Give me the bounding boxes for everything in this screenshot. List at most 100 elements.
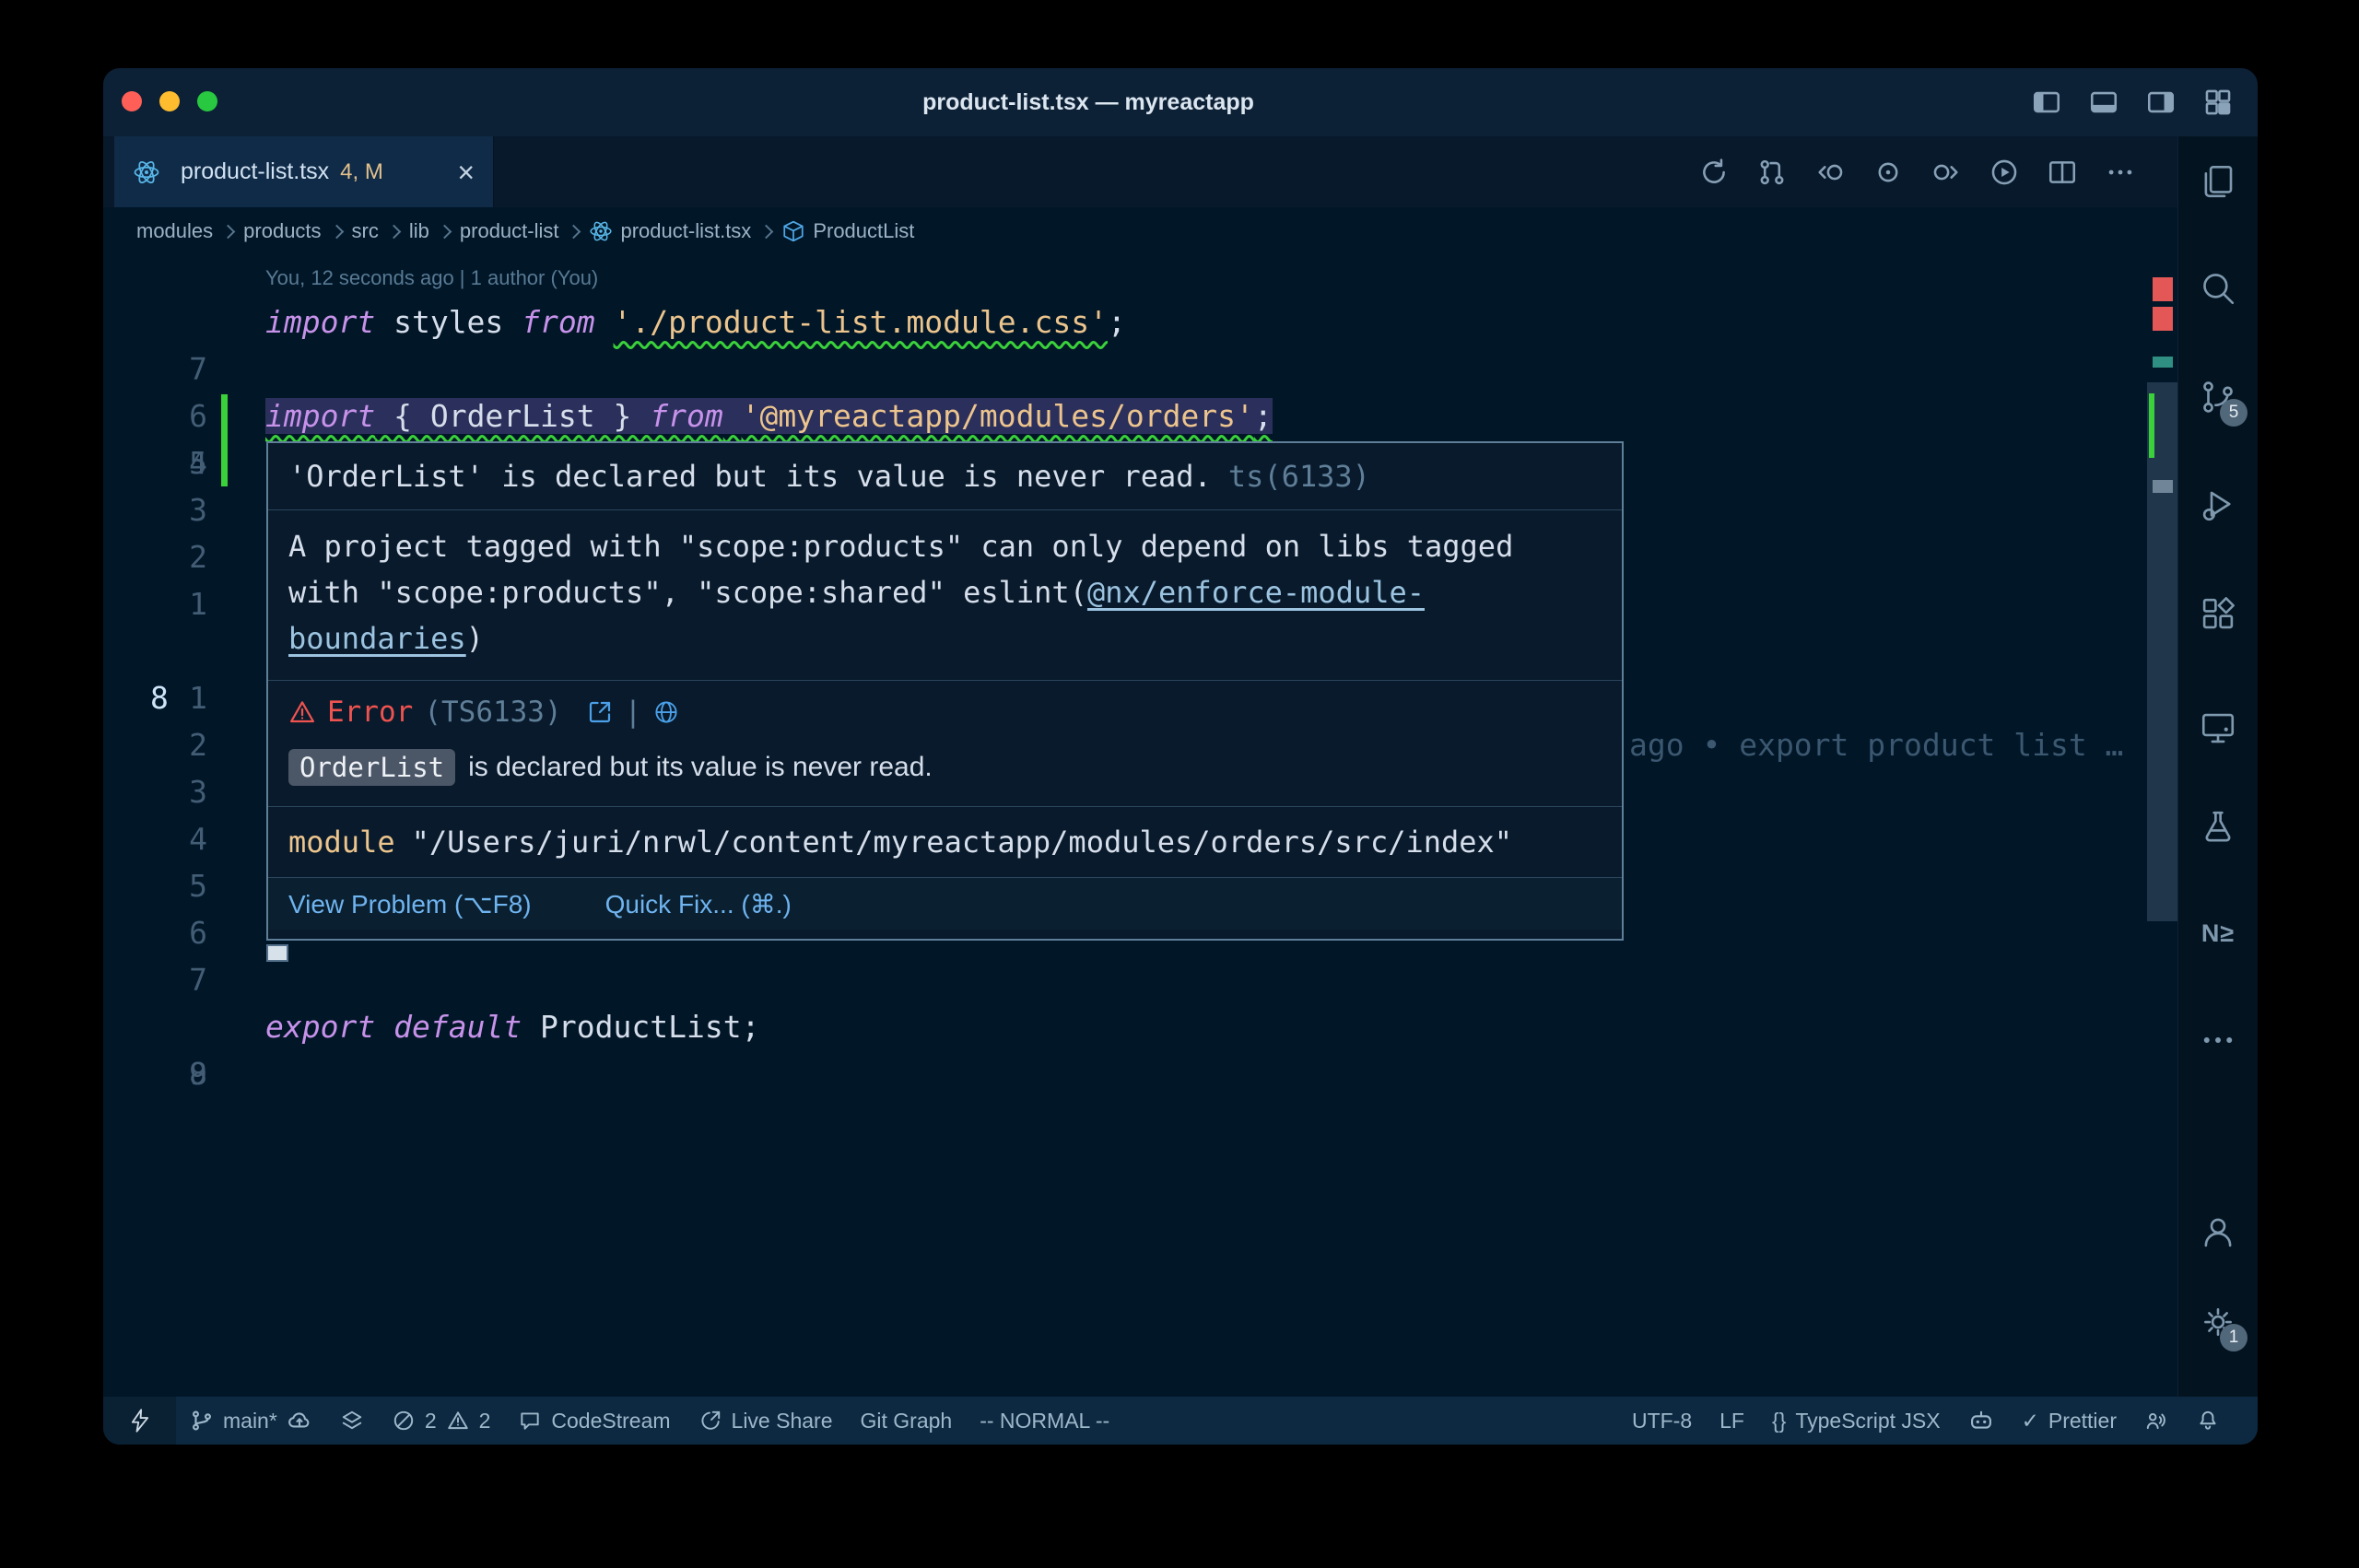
run-icon[interactable] bbox=[1989, 157, 2020, 188]
comment-icon bbox=[518, 1409, 542, 1433]
codestream-status[interactable]: CodeStream bbox=[504, 1397, 684, 1445]
zoom-window-button[interactable] bbox=[197, 91, 217, 111]
tab-bar: product-list.tsx 4, M × bbox=[103, 136, 2178, 208]
module-path: "/Users/juri/nrwl/content/myreactapp/mod… bbox=[412, 825, 1512, 860]
live-share-status[interactable]: Live Share bbox=[685, 1397, 847, 1445]
explorer-icon[interactable] bbox=[2196, 159, 2240, 204]
account-icon[interactable] bbox=[2196, 1210, 2240, 1254]
tab-decoration: 4, M bbox=[340, 159, 383, 185]
vim-mode-label: -- NORMAL -- bbox=[980, 1409, 1109, 1433]
codestream-label: CodeStream bbox=[551, 1409, 670, 1433]
prettier-label: Prettier bbox=[2048, 1409, 2117, 1433]
warning-count: 2 bbox=[479, 1409, 491, 1433]
copilot-icon bbox=[1968, 1408, 1994, 1433]
extensions-icon[interactable] bbox=[2196, 591, 2240, 636]
separator: | bbox=[625, 696, 642, 729]
globe-icon[interactable] bbox=[652, 698, 680, 726]
error-hover-popup: 'OrderList' is declared but its value is… bbox=[266, 441, 1624, 941]
symbol-module-icon bbox=[781, 219, 805, 243]
remote-explorer-icon[interactable] bbox=[2196, 706, 2240, 750]
nx-console-icon[interactable]: N≥ bbox=[2196, 911, 2240, 955]
codelens-blame[interactable]: You, 12 seconds ago | 1 author (You) bbox=[265, 266, 598, 290]
encoding-status[interactable]: UTF-8 bbox=[1618, 1397, 1706, 1445]
settings-badge: 1 bbox=[2220, 1324, 2248, 1352]
branch-name: main* bbox=[223, 1409, 277, 1433]
react-file-icon bbox=[133, 158, 160, 186]
prev-change-icon[interactable] bbox=[1814, 157, 1846, 188]
prettier-status[interactable]: ✓ Prettier bbox=[2008, 1397, 2130, 1445]
tab-product-list[interactable]: product-list.tsx 4, M × bbox=[114, 136, 494, 207]
chevron-right-icon bbox=[387, 224, 402, 239]
popup-resize-grip[interactable] bbox=[266, 944, 288, 962]
view-problem-action[interactable]: View Problem (⌥F8) bbox=[288, 889, 532, 919]
symbol-chip: OrderList bbox=[288, 749, 455, 786]
feedback-icon bbox=[2144, 1409, 2168, 1433]
error-code: (TS6133) bbox=[424, 696, 561, 729]
search-icon[interactable] bbox=[2196, 266, 2240, 310]
line-number: 7 bbox=[103, 956, 207, 1003]
close-window-button[interactable] bbox=[122, 91, 142, 111]
eslint-diagnostic-text-end: ) bbox=[466, 621, 484, 656]
external-link-icon[interactable] bbox=[586, 698, 614, 726]
language-status[interactable]: {} TypeScript JSX bbox=[1758, 1397, 1954, 1445]
eol-status[interactable]: LF bbox=[1706, 1397, 1758, 1445]
toggle-panel-icon[interactable] bbox=[2088, 87, 2119, 118]
window-title: product-list.tsx — myreactapp bbox=[288, 68, 1889, 136]
diagnostic-message: 'OrderList' is declared but its value is… bbox=[288, 459, 1212, 494]
breadcrumb-item-lib[interactable]: lib bbox=[409, 219, 429, 243]
gitlens-compare-icon[interactable] bbox=[326, 1397, 378, 1445]
breadcrumb-item-modules[interactable]: modules bbox=[136, 219, 213, 243]
scrollbar-thumb[interactable] bbox=[2147, 382, 2178, 921]
breadcrumb-item-file[interactable]: product-list.tsx bbox=[620, 219, 751, 243]
ruler-error-mark bbox=[2153, 307, 2173, 331]
tab-close-icon[interactable]: × bbox=[457, 158, 475, 187]
breadcrumb-item-product-list[interactable]: product-list bbox=[460, 219, 559, 243]
customize-layout-icon[interactable] bbox=[2202, 87, 2234, 118]
ruler-info-mark bbox=[2153, 357, 2173, 368]
bell-icon bbox=[2196, 1409, 2220, 1433]
code-line: 7 import styles from './product-list.mod… bbox=[103, 298, 2145, 345]
line-number: 1 bbox=[103, 580, 207, 627]
toggle-secondary-sidebar-icon[interactable] bbox=[2145, 87, 2177, 118]
overview-ruler bbox=[2145, 255, 2178, 1397]
git-compare-icon[interactable] bbox=[1756, 157, 1788, 188]
run-debug-icon[interactable] bbox=[2196, 483, 2240, 527]
breadcrumb-item-src[interactable]: src bbox=[352, 219, 379, 243]
breadcrumb-item-symbol[interactable]: ProductList bbox=[813, 219, 914, 243]
line-number: 1 bbox=[103, 674, 207, 721]
source-control-icon[interactable]: 5 bbox=[2196, 375, 2240, 419]
notifications-status[interactable] bbox=[2182, 1397, 2234, 1445]
remote-indicator[interactable] bbox=[103, 1397, 176, 1445]
settings-gear-icon[interactable]: 1 bbox=[2196, 1300, 2240, 1344]
split-editor-icon[interactable] bbox=[2047, 157, 2078, 188]
more-actions-icon[interactable] bbox=[2105, 157, 2136, 188]
eol-label: LF bbox=[1719, 1409, 1744, 1433]
code-text[interactable]: export default ProductList; bbox=[265, 1003, 759, 1050]
editor-pane[interactable]: You, 12 seconds ago | 1 author (You) 7 i… bbox=[103, 255, 2178, 1397]
code-line: 5 import { OrderList } from '@myreactapp… bbox=[103, 392, 2145, 439]
vim-mode-status[interactable]: -- NORMAL -- bbox=[966, 1397, 1123, 1445]
code-text[interactable]: import { OrderList } from '@myreactapp/m… bbox=[265, 392, 1273, 439]
chevron-right-icon bbox=[438, 224, 452, 239]
toggle-primary-sidebar-icon[interactable] bbox=[2031, 87, 2062, 118]
copilot-status[interactable] bbox=[1954, 1397, 2008, 1445]
breadcrumb: modules products src lib product-list pr… bbox=[103, 207, 2178, 255]
history-icon[interactable] bbox=[1698, 157, 1730, 188]
cloud-upload-icon bbox=[287, 1408, 312, 1433]
warning-icon bbox=[446, 1409, 470, 1433]
line-number: 4 bbox=[103, 439, 207, 486]
chevron-right-icon bbox=[759, 224, 774, 239]
minimize-window-button[interactable] bbox=[159, 91, 180, 111]
git-graph-status[interactable]: Git Graph bbox=[847, 1397, 967, 1445]
next-change-icon[interactable] bbox=[1931, 157, 1962, 188]
problems-status[interactable]: 2 2 bbox=[378, 1397, 505, 1445]
breadcrumb-item-products[interactable]: products bbox=[243, 219, 321, 243]
branch-status[interactable]: main* bbox=[176, 1397, 326, 1445]
code-text[interactable]: import styles from './product-list.modul… bbox=[265, 298, 1126, 345]
feedback-status[interactable] bbox=[2130, 1397, 2182, 1445]
activity-bar: 5 N≥ 1 bbox=[2177, 136, 2258, 1397]
changes-icon[interactable] bbox=[1872, 157, 1904, 188]
testing-icon[interactable] bbox=[2196, 804, 2240, 848]
additional-views-icon[interactable] bbox=[2196, 1018, 2240, 1062]
quick-fix-action[interactable]: Quick Fix... (⌘.) bbox=[605, 889, 792, 919]
